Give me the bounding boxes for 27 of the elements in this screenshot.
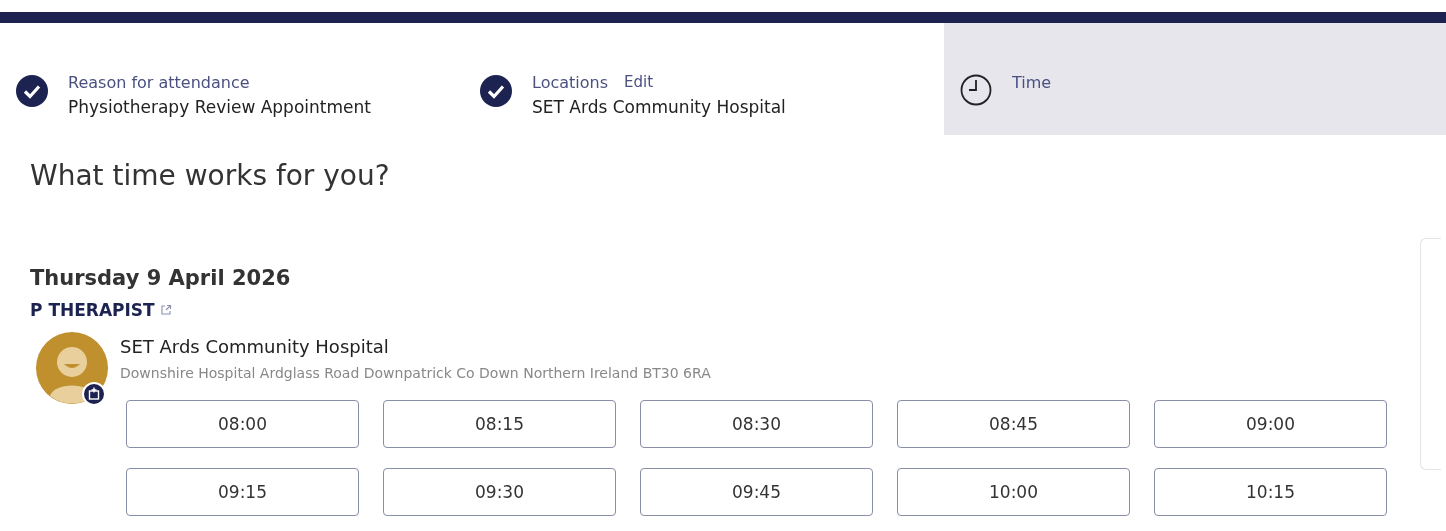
location-address: Downshire Hospital Ardglass Road Downpatrick Co Down Northern Ireland BT30 6RA xyxy=(120,365,711,381)
clinic-badge-icon xyxy=(82,382,106,406)
step-label: Locations xyxy=(532,73,608,92)
time-slot-button[interactable]: 09:00 xyxy=(1154,400,1387,448)
time-slot-button[interactable]: 10:15 xyxy=(1154,468,1387,516)
step-label: Time xyxy=(1012,73,1052,92)
time-slot-button[interactable]: 09:30 xyxy=(383,468,616,516)
step-value: Physiotherapy Review Appointment xyxy=(68,97,371,117)
time-slot-button[interactable]: 08:15 xyxy=(383,400,616,448)
date-heading: Thursday 9 April 2026 xyxy=(30,266,292,290)
external-link-icon xyxy=(159,304,172,316)
time-slot-button[interactable]: 09:45 xyxy=(640,468,873,516)
step-label: Reason for attendance xyxy=(68,73,250,92)
time-slot-button[interactable]: 08:00 xyxy=(126,400,359,448)
page-heading: What time works for you? xyxy=(30,159,391,192)
avatar-icon xyxy=(36,332,108,404)
check-icon xyxy=(16,75,48,107)
time-slot-button[interactable]: 09:15 xyxy=(126,468,359,516)
clinician-link[interactable]: P THERAPIST xyxy=(30,300,172,320)
time-slot-button[interactable]: 08:30 xyxy=(640,400,873,448)
edit-link[interactable]: Edit xyxy=(624,73,654,92)
time-slot-button[interactable]: 10:00 xyxy=(897,468,1130,516)
time-slot-button[interactable]: 08:45 xyxy=(897,400,1130,448)
check-icon xyxy=(480,75,512,107)
location-name: SET Ards Community Hospital xyxy=(120,336,390,357)
clock-icon xyxy=(960,74,992,106)
step-value: SET Ards Community Hospital xyxy=(532,97,786,117)
